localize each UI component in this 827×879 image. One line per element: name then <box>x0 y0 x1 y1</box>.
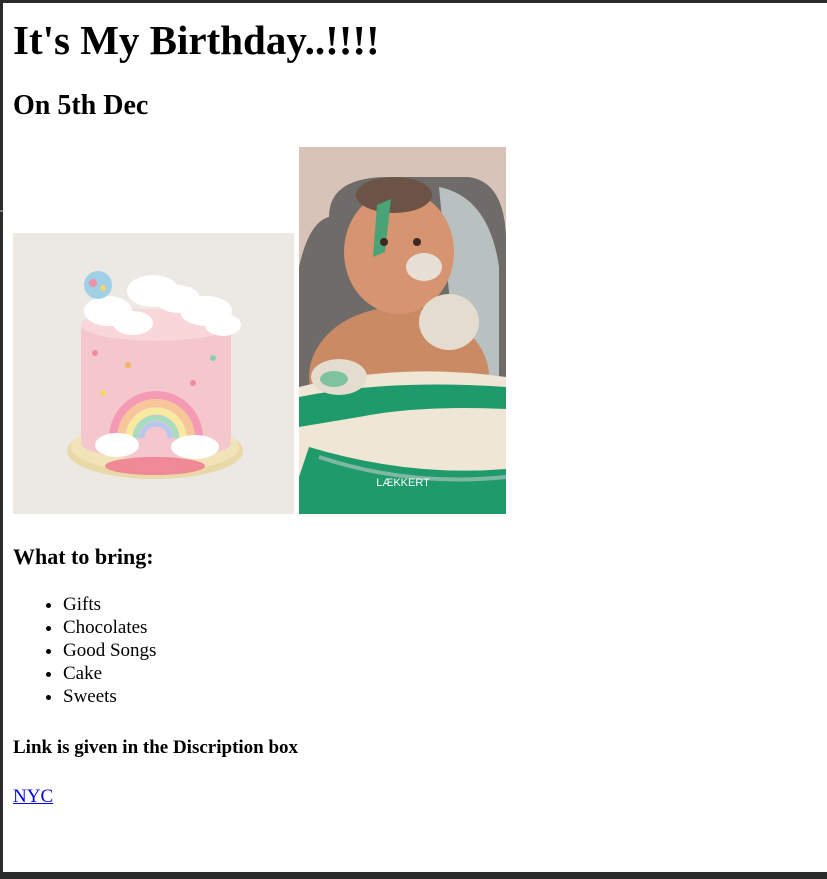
list-item: Sweets <box>63 685 156 708</box>
baby-cake-image: LÆKKERT <box>299 147 506 514</box>
list-item: Good Songs <box>63 639 156 662</box>
list-item: Chocolates <box>63 616 156 639</box>
bring-heading: What to bring: <box>13 544 154 569</box>
image-watermark: LÆKKERT <box>376 477 430 489</box>
bring-list: Gifts Chocolates Good Songs Cake Sweets <box>13 593 156 708</box>
page-title: It's My Birthday..!!!! <box>13 17 380 63</box>
cake-image <box>13 233 294 514</box>
list-item: Cake <box>63 662 156 685</box>
link-note: Link is given in the Discription box <box>13 737 299 758</box>
list-item: Gifts <box>63 593 156 616</box>
window-bottom-bar <box>0 872 827 879</box>
nyc-link[interactable]: NYC <box>13 786 53 808</box>
page-subtitle: On 5th Dec <box>13 90 149 121</box>
page-viewport: It's My Birthday..!!!! On 5th Dec LÆKKER… <box>3 3 827 872</box>
